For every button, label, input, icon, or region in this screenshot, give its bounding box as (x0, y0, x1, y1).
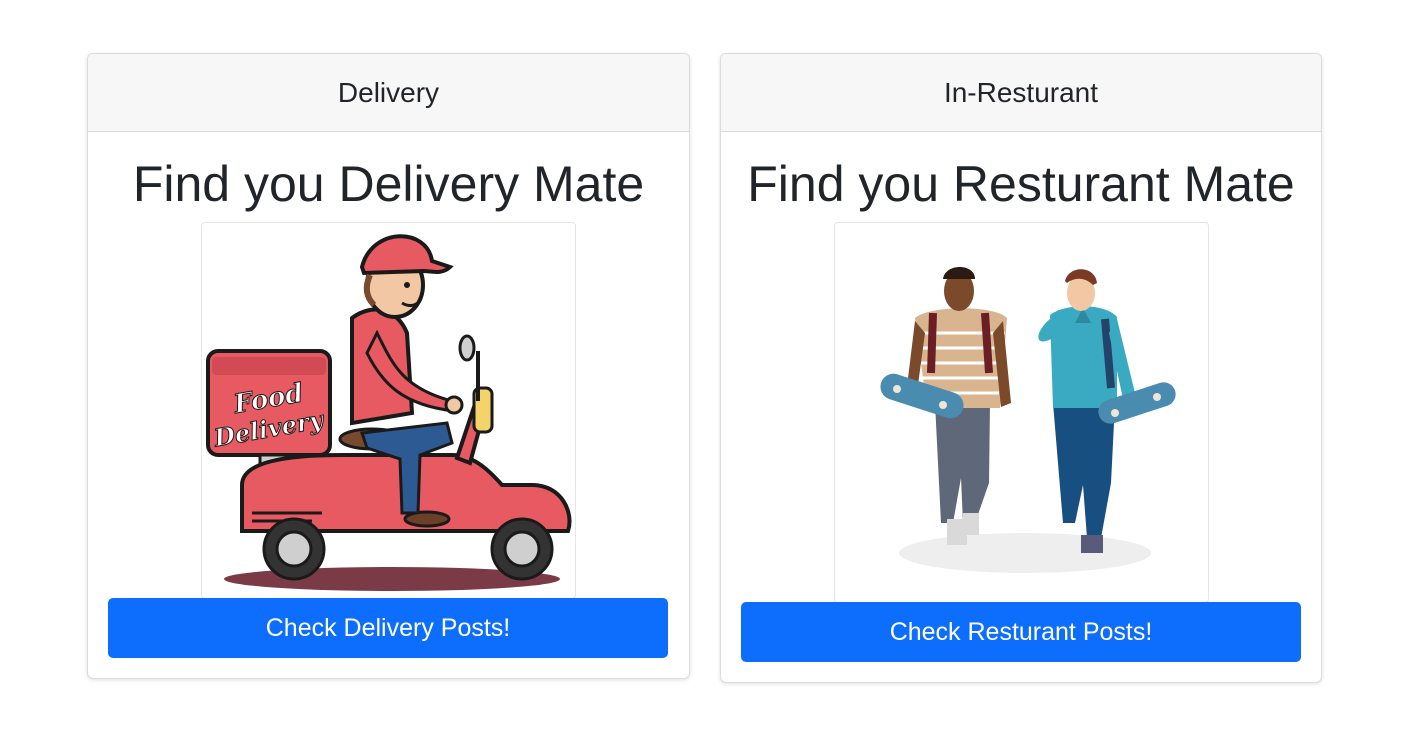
delivery-card-header: Delivery (88, 54, 689, 132)
delivery-illustration: Food Delivery (201, 222, 576, 599)
delivery-card-title: Find you Delivery Mate (132, 156, 645, 212)
restaurant-card-header: In-Resturant (721, 54, 1321, 132)
delivery-card: Delivery Find you Delivery Mate Food Del… (87, 53, 690, 679)
restaurant-card-title: Find you Resturant Mate (747, 156, 1295, 212)
check-restaurant-posts-button[interactable]: Check Resturant Posts! (741, 602, 1301, 662)
restaurant-card: In-Resturant Find you Resturant Mate Che… (720, 53, 1322, 683)
check-delivery-posts-button[interactable]: Check Delivery Posts! (108, 598, 668, 658)
friends-illustration (834, 222, 1209, 603)
